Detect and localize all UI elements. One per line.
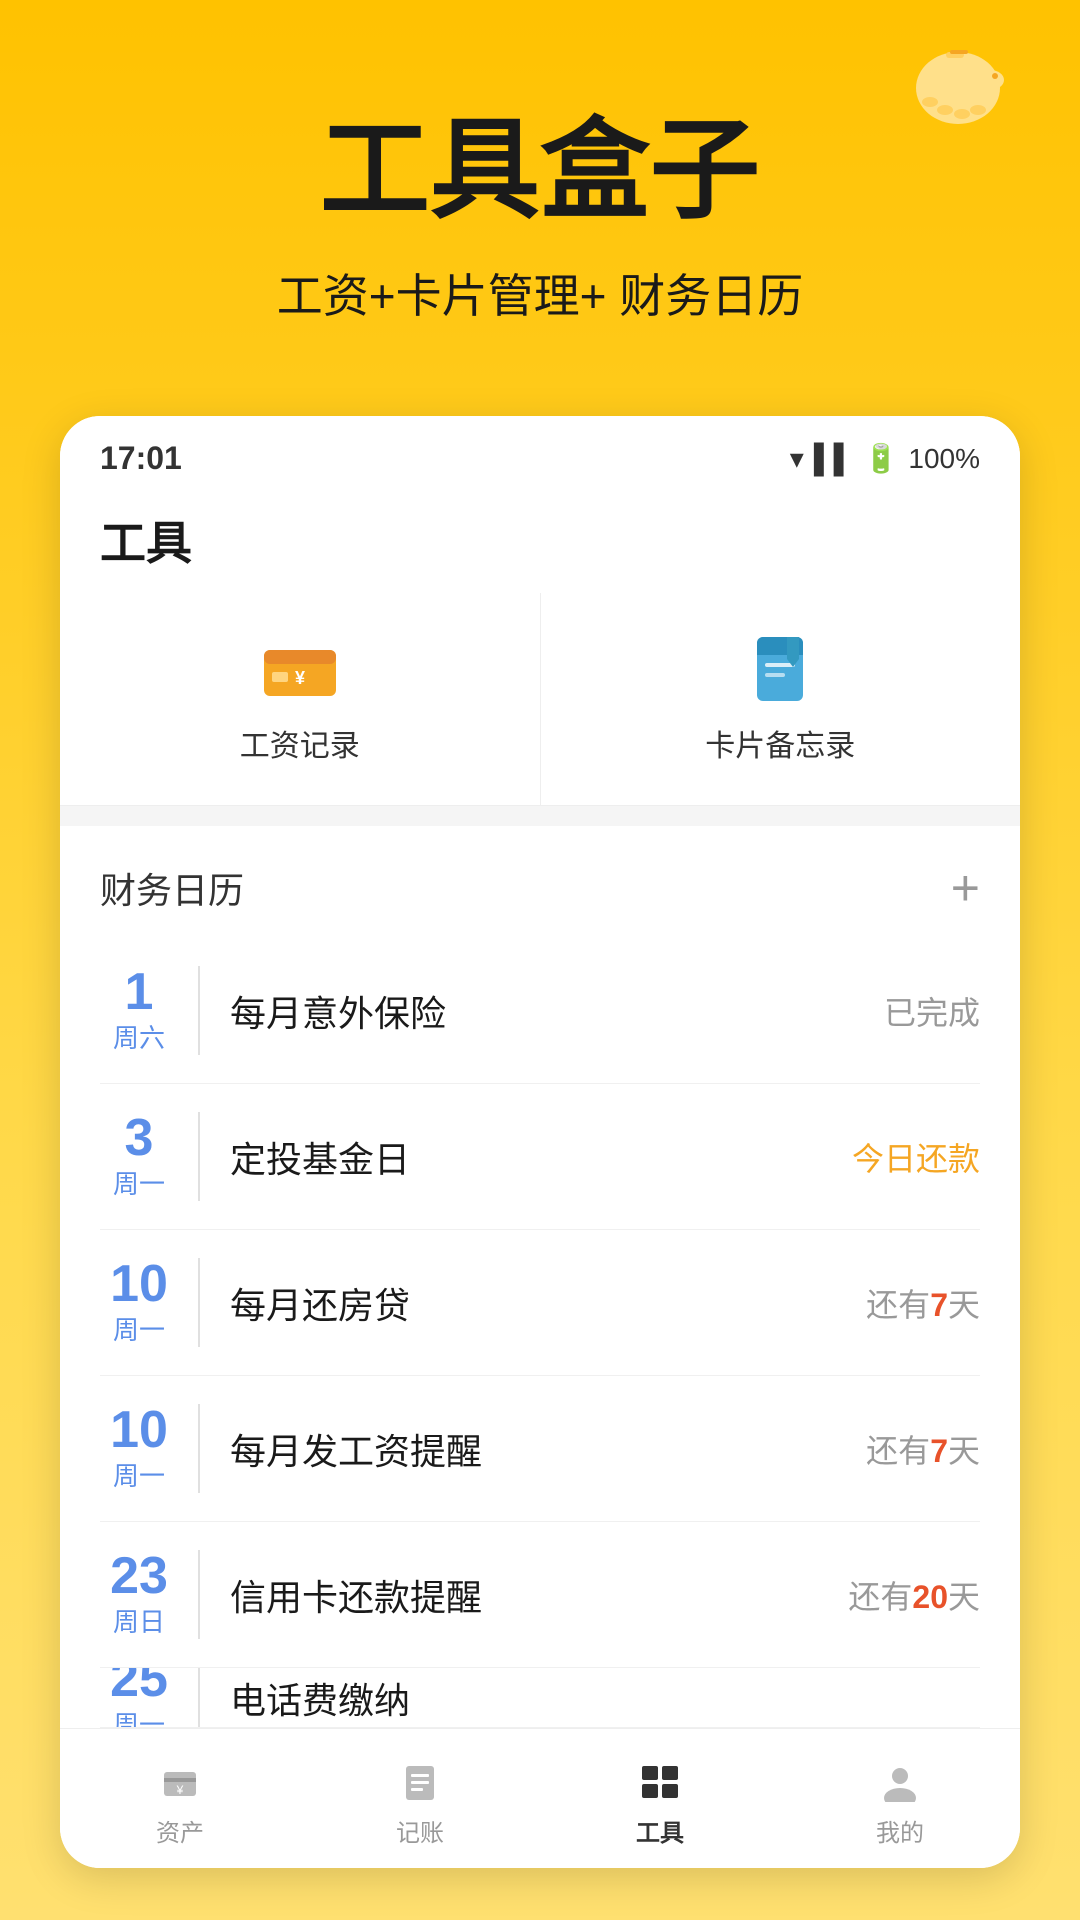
calendar-header: 财务日历 + bbox=[100, 826, 980, 938]
section-gap bbox=[60, 806, 1020, 826]
cal-day-5: 23 bbox=[100, 1550, 178, 1602]
cal-weekday-4: 周一 bbox=[100, 1456, 178, 1493]
card-memo-card[interactable]: 卡片备忘录 bbox=[541, 593, 1021, 806]
cal-date-3: 10 周一 bbox=[100, 1258, 200, 1347]
cal-item-1[interactable]: 1 周六 每月意外保险 已完成 bbox=[100, 938, 980, 1084]
tools-icon bbox=[634, 1759, 686, 1805]
cal-item-3[interactable]: 10 周一 每月还房贷 还有7天 bbox=[100, 1230, 980, 1376]
toolbar-header: 工具 bbox=[60, 487, 1020, 593]
add-calendar-button[interactable]: + bbox=[951, 863, 980, 913]
cal-status-3: 还有7天 bbox=[866, 1280, 980, 1326]
cal-date-2: 3 周一 bbox=[100, 1112, 200, 1201]
cal-status-1: 已完成 bbox=[884, 988, 980, 1034]
nav-item-mine[interactable]: 我的 bbox=[780, 1749, 1020, 1858]
cal-status-5: 还有20天 bbox=[848, 1572, 980, 1618]
bottom-nav: ¥ 资产 记账 bbox=[60, 1728, 1020, 1868]
cal-date-1: 1 周六 bbox=[100, 966, 200, 1055]
cal-day-1: 1 bbox=[100, 966, 178, 1018]
battery-icon: 🔋 bbox=[864, 442, 899, 475]
phone-mockup: 17:01 ▾ ▌▌ 🔋 100% 工具 ¥ 工资记录 bbox=[60, 416, 1020, 1868]
cal-weekday-6: 周一 bbox=[100, 1705, 178, 1728]
cal-item-2[interactable]: 3 周一 定投基金日 今日还款 bbox=[100, 1084, 980, 1230]
cal-weekday-5: 周日 bbox=[100, 1602, 178, 1639]
cal-event-3: 每月还房贷 bbox=[230, 1277, 866, 1329]
nav-item-bookkeeping[interactable]: 记账 bbox=[300, 1749, 540, 1858]
toolbar-title: 工具 bbox=[100, 517, 192, 569]
sub-title: 工资+卡片管理+ 财务日历 bbox=[60, 260, 1020, 326]
cal-day-4: 10 bbox=[100, 1404, 178, 1456]
main-title: 工具盒子 bbox=[60, 80, 1020, 240]
cal-date-4: 10 周一 bbox=[100, 1404, 200, 1493]
cal-day-2: 3 bbox=[100, 1112, 178, 1164]
cal-event-6: 电话费缴纳 bbox=[230, 1672, 980, 1724]
cal-weekday-2: 周一 bbox=[100, 1164, 178, 1201]
status-icons: ▾ ▌▌ 🔋 100% bbox=[790, 442, 980, 475]
signal-icon: ▌▌ bbox=[814, 443, 854, 475]
cal-weekday-3: 周一 bbox=[100, 1310, 178, 1347]
header-area: 工具盒子 工资+卡片管理+ 财务日历 bbox=[0, 0, 1080, 416]
salary-card[interactable]: ¥ 工资记录 bbox=[60, 593, 541, 806]
cal-item-6[interactable]: 25 周一 电话费缴纳 bbox=[100, 1668, 980, 1728]
nav-label-mine: 我的 bbox=[876, 1813, 924, 1848]
cal-event-1: 每月意外保险 bbox=[230, 985, 884, 1037]
piggy-icon bbox=[900, 30, 1020, 130]
nav-item-assets[interactable]: ¥ 资产 bbox=[60, 1749, 300, 1858]
mine-icon bbox=[874, 1759, 926, 1805]
svg-text:¥: ¥ bbox=[295, 668, 305, 688]
cal-status-4: 还有7天 bbox=[866, 1426, 980, 1472]
card-memo-label: 卡片备忘录 bbox=[705, 721, 855, 765]
cal-date-6: 25 周一 bbox=[100, 1668, 200, 1728]
finance-calendar: 财务日历 + 1 周六 每月意外保险 已完成 3 周一 定投基金日 今日还款 1… bbox=[60, 826, 1020, 1728]
cal-event-2: 定投基金日 bbox=[230, 1131, 852, 1183]
cal-weekday-1: 周六 bbox=[100, 1018, 178, 1055]
svg-text:¥: ¥ bbox=[176, 1783, 184, 1797]
nav-label-tools: 工具 bbox=[636, 1813, 684, 1848]
cal-event-5: 信用卡还款提醒 bbox=[230, 1569, 848, 1621]
nav-label-bookkeeping: 记账 bbox=[396, 1813, 444, 1848]
card-icon bbox=[744, 633, 816, 705]
calendar-title: 财务日历 bbox=[100, 862, 244, 914]
bookkeeping-icon bbox=[394, 1759, 446, 1805]
cal-item-4[interactable]: 10 周一 每月发工资提醒 还有7天 bbox=[100, 1376, 980, 1522]
tool-cards: ¥ 工资记录 卡片备忘录 bbox=[60, 593, 1020, 806]
salary-icon: ¥ bbox=[264, 633, 336, 705]
cal-event-4: 每月发工资提醒 bbox=[230, 1423, 866, 1475]
nav-item-tools[interactable]: 工具 bbox=[540, 1749, 780, 1858]
salary-label: 工资记录 bbox=[240, 721, 360, 765]
nav-label-assets: 资产 bbox=[156, 1813, 204, 1848]
status-bar: 17:01 ▾ ▌▌ 🔋 100% bbox=[60, 416, 1020, 487]
battery-text: 100% bbox=[908, 443, 980, 475]
assets-icon: ¥ bbox=[154, 1759, 206, 1805]
cal-date-5: 23 周日 bbox=[100, 1550, 200, 1639]
cal-day-3: 10 bbox=[100, 1258, 178, 1310]
status-time: 17:01 bbox=[100, 440, 182, 477]
wifi-icon: ▾ bbox=[790, 442, 804, 475]
cal-status-2: 今日还款 bbox=[852, 1134, 980, 1180]
cal-day-6: 25 bbox=[100, 1668, 178, 1705]
cal-item-5[interactable]: 23 周日 信用卡还款提醒 还有20天 bbox=[100, 1522, 980, 1668]
